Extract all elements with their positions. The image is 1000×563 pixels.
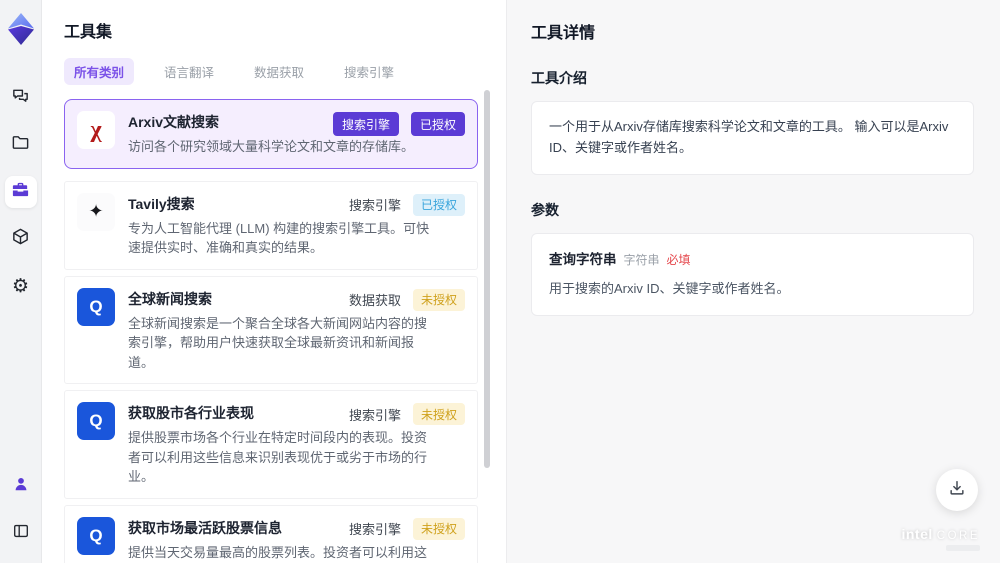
tool-list: χ Arxiv文献搜索 访问各个研究领域大量科学论文和文章的存储库。 搜索引擎 … <box>64 99 478 563</box>
params-heading: 参数 <box>531 201 559 218</box>
param-type: 字符串 <box>623 252 660 267</box>
news-app-logo-icon: Q <box>77 516 115 555</box>
intro-heading: 工具介绍 <box>531 70 587 86</box>
sidebar-item-chat[interactable] <box>5 82 37 114</box>
tool-card-sector-performance[interactable]: Q 获取股市各行业表现 提供股票市场各个行业在特定时间段内的表现。投资者可以利用… <box>64 390 478 499</box>
download-tray-icon <box>948 479 966 502</box>
status-badge: 已授权 <box>412 193 465 216</box>
category-tabs: 所有类别 语言翻译 数据获取 搜索引擎 <box>64 58 478 85</box>
category-label: 搜索引擎 <box>348 407 401 423</box>
tool-card-arxiv[interactable]: χ Arxiv文献搜索 访问各个研究领域大量科学论文和文章的存储库。 搜索引擎 … <box>64 99 478 169</box>
intel-core-logo: intel CORE <box>901 526 980 551</box>
download-button[interactable] <box>936 469 978 511</box>
tool-description: 专为人工智能代理 (LLM) 构建的搜索引擎工具。可快速提供实时、准确和真实的结… <box>128 220 430 256</box>
tool-card-global-news[interactable]: Q 全球新闻搜索 全球新闻搜索是一个聚合全球各大新闻网站内容的搜索引擎，帮助用户… <box>64 275 478 384</box>
sidebar-item-packages[interactable] <box>5 223 37 255</box>
intro-box: 一个用于从Arxiv存储库搜索科学论文和文章的工具。 输入可以是Arxiv ID… <box>531 101 974 175</box>
tool-description: 访问各个研究领域大量科学论文和文章的存储库。 <box>128 139 415 154</box>
sidebar-item-toolbox[interactable] <box>4 176 37 208</box>
toolbox-icon <box>11 180 30 204</box>
intel-sub-badge <box>946 545 980 551</box>
collapse-panel-button[interactable] <box>5 517 37 549</box>
param-box: 查询字符串 字符串 必填 用于搜索的Arxiv ID、关键字或作者姓名。 <box>531 232 974 316</box>
tab-all-categories[interactable]: 所有类别 <box>64 58 135 85</box>
tool-description: 全球新闻搜索是一个聚合全球各大新闻网站内容的搜索引擎，帮助用户快速获取全球最新资… <box>128 315 428 370</box>
arxiv-logo-icon: χ <box>77 111 115 149</box>
folder-icon <box>11 133 30 157</box>
status-badge: 未授权 <box>412 288 465 311</box>
user-avatar-icon <box>12 475 30 498</box>
sidebar-item-files[interactable] <box>5 129 37 161</box>
category-label: 数据获取 <box>348 293 401 308</box>
tool-description: 提供股票市场各个行业在特定时间段内的表现。投资者可以利用这些信息来识别表现优于或… <box>128 430 428 484</box>
status-badge: 未授权 <box>412 517 465 540</box>
category-label: 搜索引擎 <box>348 198 401 213</box>
chat-icon <box>11 86 30 110</box>
scrollbar-track <box>484 90 490 550</box>
status-badge: 已授权 <box>410 112 465 136</box>
app-window: ⚙ 工具集 所有类别 语言翻译 数据获取 搜索引擎 χ Arxiv文献搜索 访问… <box>0 0 1000 563</box>
param-description: 用于搜索的Arxiv ID、关键字或作者姓名。 <box>549 281 790 297</box>
tool-detail-panel: 工具详情 工具介绍 一个用于从Arxiv存储库搜索科学论文和文章的工具。 输入可… <box>506 0 1000 563</box>
tool-description: 提供当天交易量最高的股票列表。投资者可以利用这些信息来识别流动性强的股票和潜在的… <box>128 544 428 560</box>
sidebar-item-settings[interactable]: ⚙ <box>5 270 37 302</box>
core-wordmark: CORE <box>936 530 980 542</box>
panel-toggle-icon <box>12 522 30 545</box>
news-app-logo-icon: Q <box>77 402 115 440</box>
intel-wordmark: intel <box>901 526 933 542</box>
tab-search-engine[interactable]: 搜索引擎 <box>334 58 404 85</box>
category-label: 搜索引擎 <box>348 522 401 537</box>
scrollbar-thumb[interactable] <box>484 90 490 468</box>
tavily-logo-icon: ✦ <box>77 192 115 231</box>
tool-list-panel: 工具集 所有类别 语言翻译 数据获取 搜索引擎 χ Arxiv文献搜索 访问各个… <box>42 0 506 563</box>
status-badge: 未授权 <box>412 403 465 425</box>
param-name: 查询字符串 <box>549 251 617 267</box>
page-title: 工具集 <box>64 24 113 41</box>
cube-icon <box>11 227 30 251</box>
tool-card-tavily[interactable]: ✦ Tavily搜索 专为人工智能代理 (LLM) 构建的搜索引擎工具。可快速提… <box>64 180 478 270</box>
left-rail: ⚙ <box>0 0 42 563</box>
settings-gear-icon: ⚙ <box>11 275 30 297</box>
category-badge: 搜索引擎 <box>332 112 399 136</box>
param-required-flag: 必填 <box>666 252 691 267</box>
tool-card-most-active-stocks[interactable]: Q 获取市场最活跃股票信息 提供当天交易量最高的股票列表。投资者可以利用这些信息… <box>64 504 478 563</box>
tab-data-acquisition[interactable]: 数据获取 <box>244 58 314 85</box>
user-profile-button[interactable] <box>5 470 37 502</box>
app-logo-diamond-icon[interactable] <box>4 10 38 48</box>
detail-title: 工具详情 <box>531 25 596 42</box>
tab-language-translation[interactable]: 语言翻译 <box>154 58 224 85</box>
news-app-logo-icon: Q <box>77 287 115 326</box>
